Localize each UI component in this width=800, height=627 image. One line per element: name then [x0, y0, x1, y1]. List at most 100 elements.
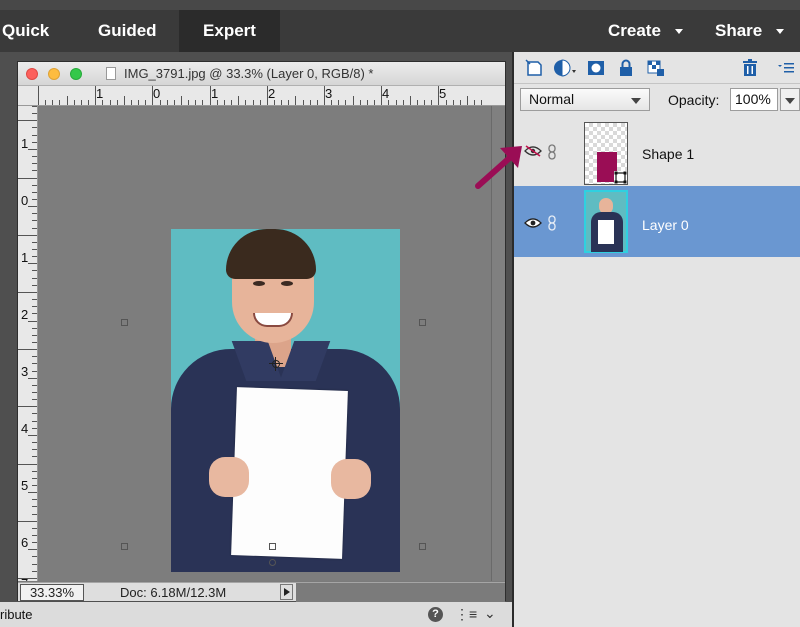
ruler-tick: [32, 513, 37, 515]
panel-menu-icon[interactable]: ⋮≡: [455, 606, 477, 623]
transform-handle[interactable]: [121, 543, 128, 550]
ruler-tick: [416, 100, 418, 105]
delete-layer-icon[interactable]: [740, 58, 760, 78]
ruler-tick: [381, 86, 383, 105]
ruler-tick: [32, 241, 37, 243]
ruler-tick: [32, 213, 37, 215]
ruler-tick: [388, 100, 390, 105]
ruler-tick: [223, 100, 225, 105]
annotation-arrow-icon: [475, 146, 522, 189]
ruler-tick: [32, 399, 37, 401]
ruler-tick: [32, 256, 37, 258]
transform-handle[interactable]: [269, 543, 276, 550]
zoom-level-field[interactable]: 33.33%: [20, 584, 84, 601]
ruler-tick: [238, 96, 240, 105]
layers-panel: Normal Opacity: 100% Shape 1 Layer 0: [512, 52, 800, 627]
ruler-tick: [309, 100, 311, 105]
ruler-tick: [95, 86, 97, 105]
ruler-tick: [409, 96, 411, 105]
document-window: IMG_3791.jpg @ 33.3% (Layer 0, RGB/8) * …: [17, 61, 506, 602]
opacity-field[interactable]: 100%: [730, 88, 778, 111]
tab-expert[interactable]: Expert: [179, 10, 280, 52]
photo-eye-left: [253, 281, 265, 286]
ruler-label: 4: [382, 86, 390, 101]
ruler-tick: [32, 449, 37, 451]
canvas[interactable]: [39, 107, 491, 581]
ruler-tick: [32, 427, 37, 429]
share-menu[interactable]: Share: [715, 10, 785, 52]
ruler-tick: [424, 100, 426, 105]
ruler-tick: [32, 141, 37, 143]
ruler-tick: [32, 527, 37, 529]
opacity-label: Opacity:: [668, 92, 720, 108]
lock-all-icon[interactable]: [616, 58, 636, 78]
horizontal-scrollbar[interactable]: [296, 583, 505, 602]
chevron-down-icon: [674, 29, 683, 35]
layers-toolbar: [514, 52, 800, 84]
ruler-tick: [324, 86, 325, 105]
transform-handle[interactable]: [419, 319, 426, 326]
close-window-button[interactable]: [26, 68, 38, 80]
chevron-down-icon[interactable]: ⌄: [484, 605, 496, 622]
horizontal-ruler[interactable]: 1 0 1 2 3 4 5: [18, 86, 505, 106]
tab-quick[interactable]: Quick: [2, 10, 62, 52]
share-label: Share: [715, 21, 763, 40]
layer-thumbnail: [584, 190, 628, 253]
ruler-label: 5: [21, 478, 29, 493]
photo-boy-holding-paper[interactable]: [171, 229, 400, 572]
link-icon[interactable]: [547, 215, 557, 231]
ruler-tick: [316, 100, 318, 105]
ruler-tick: [32, 313, 37, 315]
ruler-tick: [166, 100, 168, 105]
ruler-tick: [32, 184, 37, 186]
ruler-tick: [28, 320, 37, 322]
workspace: IMG_3791.jpg @ 33.3% (Layer 0, RGB/8) * …: [0, 52, 512, 627]
ruler-tick: [32, 327, 37, 329]
ruler-tick: [32, 484, 37, 486]
lock-transparency-icon[interactable]: [646, 58, 666, 78]
ruler-tick: [32, 442, 37, 444]
help-icon[interactable]: ?: [428, 607, 443, 622]
reference-point-icon[interactable]: [269, 357, 283, 371]
ruler-tick: [32, 106, 37, 107]
layer-row-shape-1[interactable]: Shape 1: [514, 118, 800, 189]
link-icon[interactable]: [547, 144, 557, 160]
ruler-tick: [474, 100, 476, 105]
ruler-tick: [32, 334, 37, 336]
ruler-tick: [345, 100, 347, 105]
transform-handle[interactable]: [419, 543, 426, 550]
tab-guided[interactable]: Guided: [98, 10, 168, 52]
document-icon: [106, 67, 116, 80]
ruler-tick: [45, 100, 47, 105]
new-layer-icon[interactable]: [524, 58, 544, 78]
opacity-dropdown-button[interactable]: [780, 88, 800, 111]
rotate-handle[interactable]: [269, 559, 276, 566]
status-menu-arrow-icon[interactable]: [280, 584, 293, 600]
ruler-tick: [28, 263, 37, 265]
ruler-tick: [281, 100, 283, 105]
ruler-tick: [159, 100, 161, 105]
ruler-tick: [288, 100, 290, 105]
vertical-ruler[interactable]: 1 0 1 2 3 4 5 6 7: [18, 106, 38, 581]
ruler-tick: [32, 156, 37, 158]
adjustment-layer-icon[interactable]: [552, 58, 580, 78]
tool-options-bar: ribute ? ⋮≡ ⌄: [0, 602, 512, 627]
zoom-window-button[interactable]: [70, 68, 82, 80]
minimize-window-button[interactable]: [48, 68, 60, 80]
ruler-tick: [216, 100, 218, 105]
document-titlebar[interactable]: IMG_3791.jpg @ 33.3% (Layer 0, RGB/8) *: [18, 62, 505, 86]
panel-menu-icon[interactable]: [776, 58, 796, 78]
layer-row-layer-0[interactable]: Layer 0: [514, 186, 800, 257]
create-menu[interactable]: Create: [608, 10, 683, 52]
ruler-label: 6: [21, 535, 29, 550]
blend-mode-select[interactable]: Normal: [520, 88, 650, 111]
ruler-tick: [459, 100, 461, 105]
layer-thumbnail: [584, 122, 628, 185]
layer-mask-icon[interactable]: [586, 58, 606, 78]
ruler-tick: [32, 392, 37, 393]
transform-handle[interactable]: [121, 319, 128, 326]
ruler-tick: [59, 100, 61, 105]
ruler-tick: [32, 306, 37, 308]
ruler-tick: [73, 100, 75, 105]
eye-icon[interactable]: [524, 217, 542, 229]
